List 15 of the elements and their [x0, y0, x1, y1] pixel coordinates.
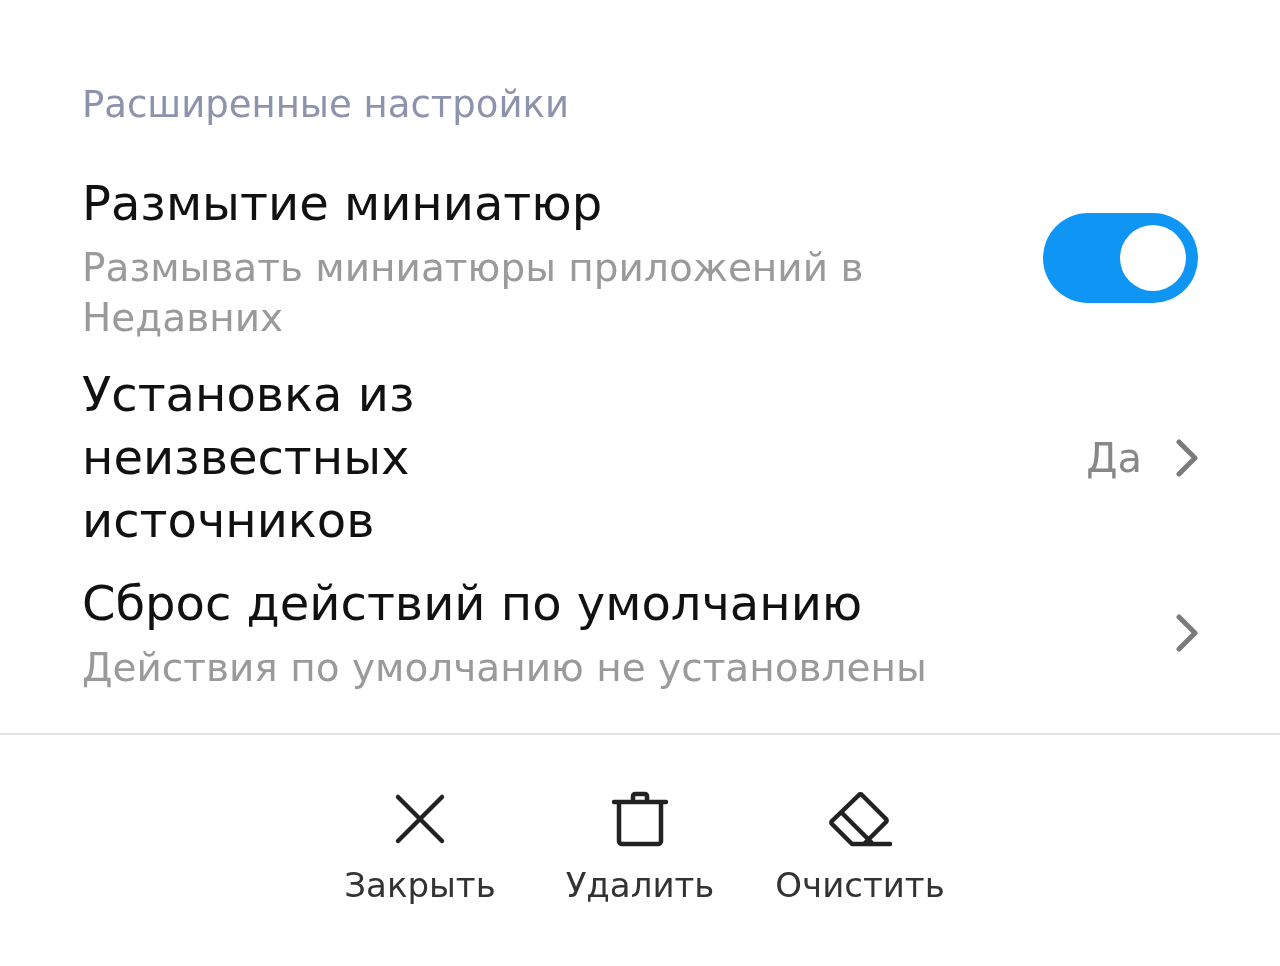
close-button[interactable]: Закрыть: [320, 791, 520, 907]
setting-description: Действия по умолчанию не установлены: [82, 644, 928, 692]
eraser-icon: [828, 791, 892, 847]
chevron-right-icon: [1176, 438, 1198, 477]
close-icon: [394, 793, 446, 845]
clear-button[interactable]: Очистить: [760, 791, 960, 907]
trash-icon: [611, 791, 669, 847]
setting-description: Размывать миниатюры приложений в Недавних: [82, 244, 865, 342]
setting-title: Размытие миниатюр: [82, 174, 604, 233]
chevron-right-icon: [1176, 613, 1198, 652]
delete-button[interactable]: Удалить: [540, 791, 740, 907]
setting-title: Установка из неизвестных источников: [82, 365, 416, 550]
setting-title: Сброс действий по умолчанию: [82, 574, 864, 633]
setting-value: Да: [1086, 433, 1142, 483]
section-header: Расширенные настройки: [82, 82, 570, 128]
